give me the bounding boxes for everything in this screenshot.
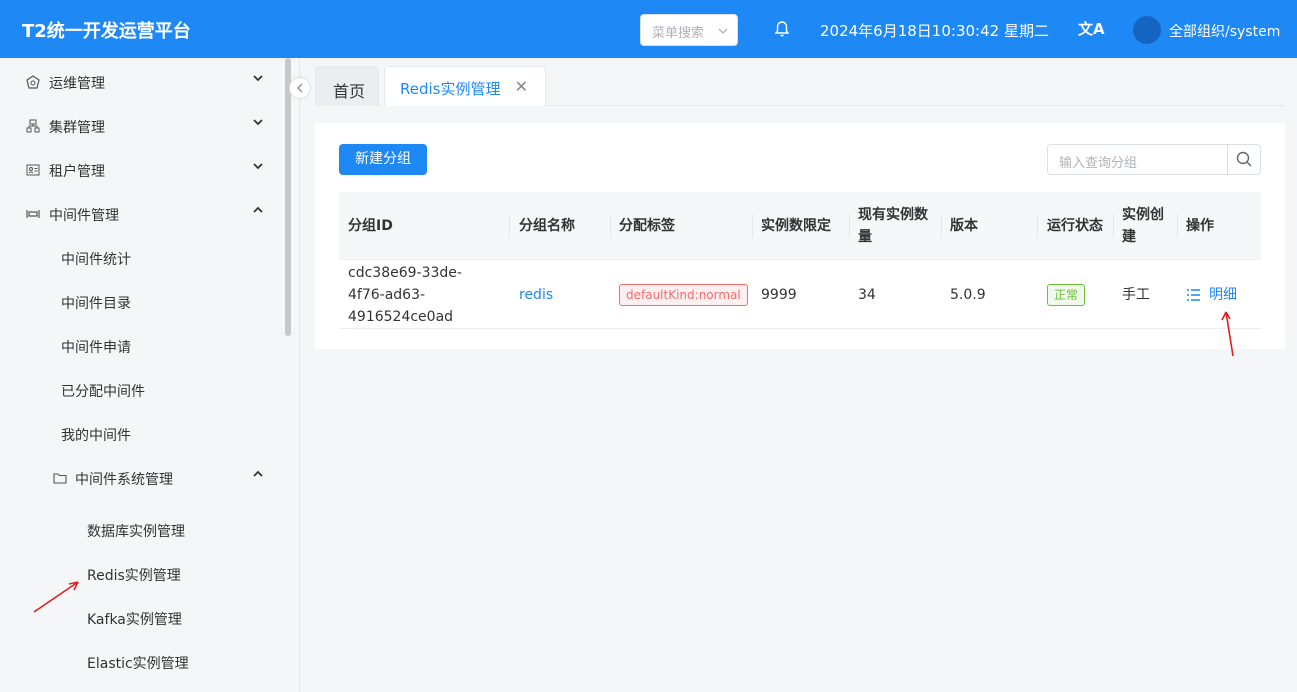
sidebar-item-label: 数据库实例管理 (87, 524, 185, 540)
chevron-up-icon (252, 204, 264, 216)
folder-icon (53, 471, 67, 485)
cell-version: 5.0.9 (950, 286, 986, 303)
cell-status: 正常 (1047, 260, 1117, 329)
cluster-icon (26, 119, 40, 133)
tab-label: Redis实例管理 (400, 80, 501, 98)
sidebar-item-tenant[interactable]: 租户管理 (0, 148, 280, 192)
chevron-down-icon (252, 72, 264, 84)
tab-divider (546, 105, 1285, 106)
sidebar-item-label: 中间件统计 (61, 252, 131, 268)
tab-label: 首页 (333, 82, 366, 101)
cell-limit: 9999 (761, 286, 797, 303)
column-header: 实例数限定 (761, 218, 831, 234)
sidebar-item-cluster[interactable]: 集群管理 (0, 104, 280, 148)
chevron-left-icon (297, 83, 303, 93)
sidebar-item-ops[interactable]: 运维管理 (0, 60, 280, 104)
sidebar-item-label: 中间件管理 (49, 208, 119, 224)
search-input[interactable]: 输入查询分组 (1059, 152, 1137, 171)
sidebar-subitem-catalog[interactable]: 中间件目录 (0, 280, 280, 324)
annotation-arrow (33, 581, 79, 613)
chevron-up-icon (252, 468, 264, 480)
bell-icon[interactable] (773, 20, 791, 38)
column-header: 分配标签 (619, 218, 675, 234)
annotation-arrow (1221, 311, 1234, 357)
cell-group-name-link[interactable]: redis (519, 260, 609, 329)
sidebar-item-label: 我的中间件 (61, 428, 131, 444)
translate-icon[interactable]: 文A (1078, 18, 1105, 39)
column-header: 版本 (950, 218, 978, 234)
group-search: 输入查询分组 (1047, 144, 1261, 175)
avatar[interactable] (1133, 16, 1161, 44)
cell-tag: defaultKind:normal (619, 260, 749, 329)
sidebar-item-label: 中间件系统管理 (75, 472, 173, 488)
sidebar-item-label: Kafka实例管理 (87, 612, 182, 628)
app-title: T2统一开发运营平台 (22, 21, 191, 42)
close-icon[interactable]: ✕ (515, 77, 528, 96)
table-row: cdc38e69-33de-4f76-ad63-4916524ce0ad red… (339, 260, 1261, 329)
tab-redis-instance[interactable]: Redis实例管理 ✕ (384, 66, 546, 106)
column-header: 运行状态 (1047, 218, 1103, 234)
collapse-sidebar-button[interactable] (289, 77, 311, 99)
sidebar-item-label: 已分配中间件 (61, 384, 145, 400)
sidebar-group-middleware-system[interactable]: 中间件系统管理 (0, 456, 280, 500)
sidebar-item-label: 运维管理 (49, 76, 105, 92)
chevron-down-icon (717, 21, 729, 44)
status-badge: 正常 (1047, 283, 1086, 306)
tenant-icon (26, 163, 40, 177)
datetime-display: 2024年6月18日10:30:42 星期二 (820, 22, 1049, 40)
cell-creation: 手工 (1122, 286, 1150, 303)
chevron-down-icon (252, 160, 264, 172)
sidebar-item-label: 中间件目录 (61, 296, 131, 312)
ops-icon (26, 75, 40, 89)
tag-badge: defaultKind:normal (619, 283, 748, 306)
chevron-down-icon (252, 116, 264, 128)
sidebar-item-middleware[interactable]: 中间件管理 (0, 192, 280, 236)
new-group-button[interactable]: 新建分组 (339, 144, 427, 175)
sidebar-item-label: 集群管理 (49, 120, 105, 136)
main-panel: 新建分组 输入查询分组 分组ID 分组名称 分配标签 实例数限定 现有实例数量 … (315, 123, 1285, 349)
search-icon (1236, 151, 1252, 167)
sidebar-subitem-assigned[interactable]: 已分配中间件 (0, 368, 280, 412)
sidebar-subitem-db-instance[interactable]: 数据库实例管理 (0, 508, 280, 552)
sidebar-scrollbar[interactable] (285, 58, 291, 336)
column-header: 分组ID (348, 218, 393, 234)
column-header: 分组名称 (519, 218, 575, 234)
sidebar-item-label: Elastic实例管理 (87, 656, 189, 672)
column-header: 现有实例数量 (858, 207, 928, 245)
tab-home[interactable]: 首页 (315, 66, 379, 106)
table-header: 分组ID 分组名称 分配标签 实例数限定 现有实例数量 版本 运行状态 实例创建… (339, 192, 1261, 260)
menu-search-placeholder: 菜单搜索 (652, 26, 705, 41)
sidebar-item-label: 中间件申请 (61, 340, 131, 356)
user-org-label[interactable]: 全部组织/system (1169, 21, 1280, 41)
sidebar-subitem-stats[interactable]: 中间件统计 (0, 236, 280, 280)
sidebar-item-label: 租户管理 (49, 164, 105, 180)
sidebar-subitem-elastic-instance[interactable]: Elastic实例管理 (0, 640, 280, 684)
menu-search-select[interactable]: 菜单搜索 (640, 14, 738, 46)
cell-group-id: cdc38e69-33de-4f76-ad63-4916524ce0ad (348, 264, 462, 325)
list-icon (1187, 288, 1200, 301)
detail-label: 明细 (1209, 286, 1237, 303)
column-header: 实例创建 (1122, 207, 1164, 245)
search-button[interactable] (1227, 145, 1260, 174)
top-header: T2统一开发运营平台 菜单搜索 2024年6月18日10:30:42 星期二 文… (0, 0, 1297, 58)
cell-count: 34 (858, 286, 876, 303)
sidebar-item-label: Redis实例管理 (87, 568, 181, 584)
sidebar-subitem-mine[interactable]: 我的中间件 (0, 412, 280, 456)
middleware-icon (26, 207, 40, 221)
column-header: 操作 (1186, 218, 1214, 234)
sidebar-subitem-apply[interactable]: 中间件申请 (0, 324, 280, 368)
